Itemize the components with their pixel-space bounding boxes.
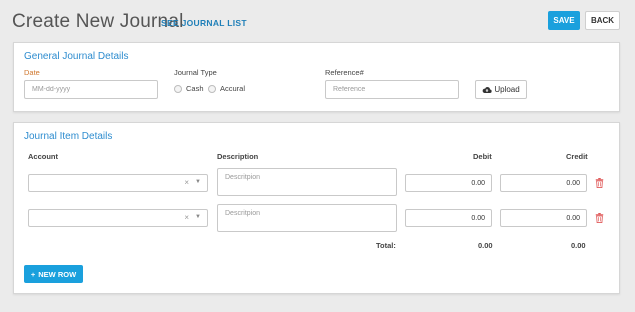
trash-icon[interactable] [595, 213, 604, 223]
total-label: Total: [376, 241, 396, 250]
credit-input[interactable] [500, 209, 587, 227]
page-title: Create New Journal [12, 11, 184, 32]
date-label: Date [24, 68, 40, 77]
trash-icon[interactable] [595, 178, 604, 188]
plus-icon: + [30, 269, 36, 279]
general-journal-details-panel: General Journal Details Date Journal Typ… [13, 42, 620, 112]
debit-input[interactable] [405, 174, 492, 192]
date-input[interactable] [24, 80, 158, 99]
radio-circle [208, 84, 216, 93]
journal-type-accural-radio[interactable]: Accural [208, 84, 245, 93]
cloud-upload-icon [482, 86, 492, 93]
back-button[interactable]: BACK [585, 11, 620, 30]
journal-type-label: Journal Type [174, 68, 217, 77]
credit-column-header: Credit [566, 152, 588, 161]
clear-icon[interactable]: × [184, 213, 189, 222]
reference-input[interactable] [325, 80, 459, 99]
description-column-header: Description [217, 152, 259, 161]
radio-circle [174, 84, 182, 93]
total-credit-value: 0.00 [571, 241, 586, 250]
general-journal-details-title: General Journal Details [24, 51, 129, 62]
journal-type-accural-label: Accural [220, 84, 246, 93]
debit-input[interactable] [405, 209, 492, 227]
journal-type-cash-radio[interactable]: Cash [174, 84, 204, 93]
upload-button[interactable]: Upload [475, 80, 527, 99]
account-select[interactable]: × ▼ [28, 209, 208, 227]
debit-column-header: Debit [473, 152, 492, 161]
clear-icon[interactable]: × [184, 178, 189, 187]
journal-item-details-title: Journal Item Details [24, 131, 113, 142]
reference-label: Reference# [325, 68, 364, 77]
journal-type-cash-label: Cash [186, 84, 204, 93]
account-column-header: Account [28, 152, 58, 161]
account-select[interactable]: × ▼ [28, 174, 208, 192]
save-button[interactable]: SAVE [548, 11, 580, 30]
description-textarea[interactable] [217, 168, 397, 196]
total-debit-value: 0.00 [478, 241, 493, 250]
new-row-label: NEW ROW [38, 269, 77, 279]
journal-item-details-panel: Journal Item Details Account Description… [13, 122, 620, 294]
new-row-button[interactable]: + NEW ROW [24, 265, 83, 283]
credit-input[interactable] [500, 174, 587, 192]
chevron-down-icon[interactable]: ▼ [195, 179, 201, 185]
upload-label: Upload [494, 85, 520, 94]
chevron-down-icon[interactable]: ▼ [195, 214, 201, 220]
description-textarea[interactable] [217, 204, 397, 232]
see-journal-list-link[interactable]: SEE JOURNAL LIST [161, 18, 247, 28]
